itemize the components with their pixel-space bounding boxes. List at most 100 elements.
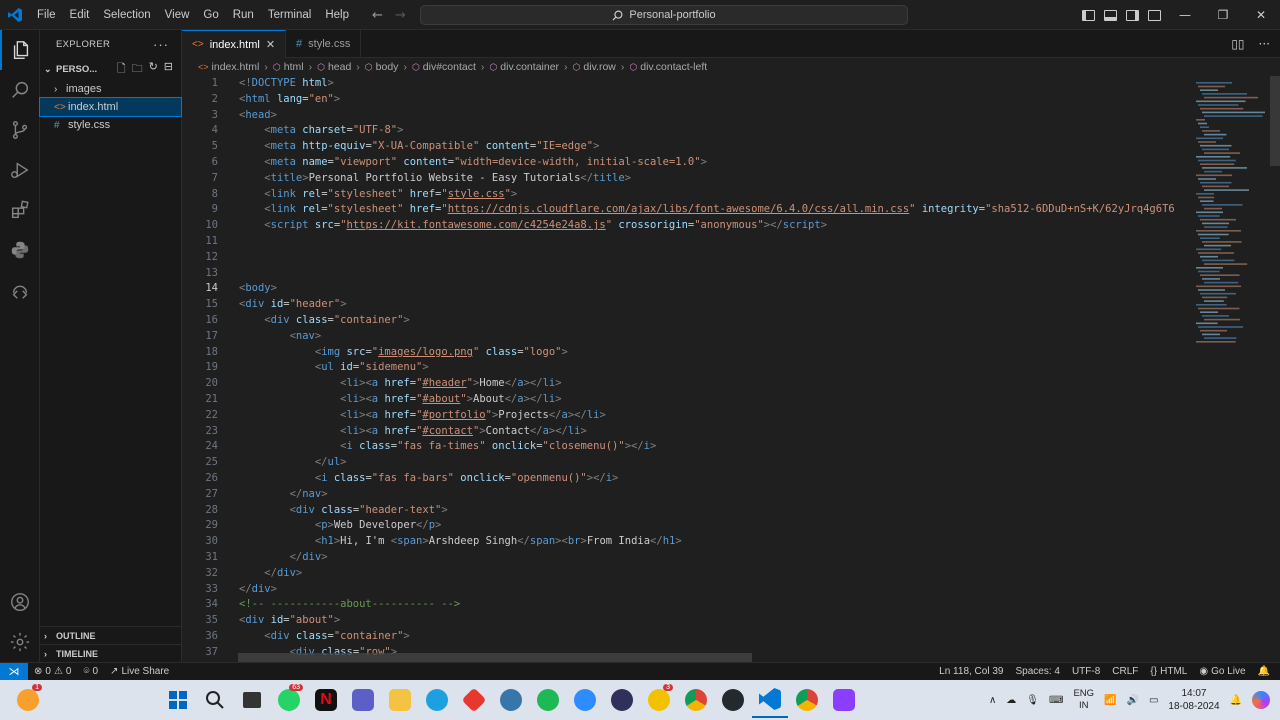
- code-line[interactable]: 29 <p>Web Developer</p>: [182, 518, 1192, 534]
- tree-item-index-html[interactable]: <> index.html: [39, 97, 182, 117]
- chrome-profile-icon[interactable]: [789, 682, 825, 718]
- split-editor-icon[interactable]: ▯▯: [1231, 37, 1244, 51]
- code-line[interactable]: 21 <li><a href="#about">About</a></li>: [182, 392, 1192, 408]
- code-line[interactable]: 5 <meta http-equiv="X-UA-Compatible" con…: [182, 139, 1192, 155]
- remote-indicator-icon[interactable]: ⋊: [0, 662, 28, 681]
- whatsapp-icon[interactable]: 63: [271, 682, 307, 718]
- code-line[interactable]: 13: [182, 266, 1192, 282]
- tab-index-html[interactable]: <> index.html ✕: [182, 30, 287, 58]
- video-editor-icon[interactable]: [826, 682, 862, 718]
- minimap[interactable]: [1192, 76, 1270, 662]
- keyboard-icon[interactable]: ⌨: [1049, 695, 1063, 706]
- back-arrow-icon[interactable]: ←: [372, 8, 383, 23]
- code-line[interactable]: 27 </nav>: [182, 487, 1192, 503]
- breadcrumb-item[interactable]: <> index.html: [198, 61, 259, 73]
- code-line[interactable]: 11: [182, 234, 1192, 250]
- ports-indicator[interactable]: ⌾ 0: [77, 666, 104, 677]
- code-line[interactable]: 12: [182, 250, 1192, 266]
- code-line[interactable]: 14 <body>: [182, 281, 1192, 297]
- run-debug-icon[interactable]: [0, 150, 40, 190]
- volume-icon[interactable]: 🔊: [1126, 695, 1138, 706]
- notification-bell-icon[interactable]: 🔔: [1230, 695, 1242, 706]
- code-line[interactable]: 24 <i class="fas fa-times" onclick="clos…: [182, 439, 1192, 455]
- code-line[interactable]: 33 </div>: [182, 582, 1192, 598]
- new-file-icon[interactable]: 🗋: [117, 60, 126, 79]
- code-line[interactable]: 19 <ul id="sidemenu">: [182, 360, 1192, 376]
- github-desktop-icon[interactable]: [715, 682, 751, 718]
- code-line[interactable]: 25 </ul>: [182, 455, 1192, 471]
- extensions-icon[interactable]: [0, 190, 40, 230]
- toggle-secondary-sidebar-icon[interactable]: [1126, 9, 1139, 21]
- code-line[interactable]: 2 <html lang="en">: [182, 92, 1192, 108]
- menu-edit[interactable]: Edit: [63, 0, 97, 30]
- code-line[interactable]: 1 <!DOCTYPE html>: [182, 76, 1192, 92]
- python-icon[interactable]: [0, 230, 40, 270]
- breadcrumb-item[interactable]: ⬡ div.contact-left: [629, 61, 707, 73]
- collapse-all-icon[interactable]: ⊟: [164, 60, 173, 79]
- cursor-position[interactable]: Ln 118, Col 39: [933, 666, 1009, 677]
- code-line[interactable]: 18 <img src="images/logo.png" class="log…: [182, 345, 1192, 361]
- code-line[interactable]: 20 <li><a href="#header">Home</a></li>: [182, 376, 1192, 392]
- remote-explorer-icon[interactable]: [0, 270, 40, 310]
- more-actions-icon[interactable]: ···: [153, 37, 169, 52]
- browser-app-icon[interactable]: [604, 682, 640, 718]
- vertical-scrollbar[interactable]: [1270, 76, 1280, 166]
- code-line[interactable]: 36 <div class="container">: [182, 629, 1192, 645]
- live-share-button[interactable]: ↗ Live Share: [104, 666, 175, 677]
- wallet-app-icon[interactable]: 3: [641, 682, 677, 718]
- menu-run[interactable]: Run: [226, 0, 261, 30]
- code-line[interactable]: 3 <head>: [182, 108, 1192, 124]
- vscode-taskbar-icon[interactable]: [752, 682, 788, 718]
- new-folder-icon[interactable]: 🗀: [132, 60, 143, 79]
- microphone-icon[interactable]: 🎙: [1026, 695, 1039, 706]
- wifi-icon[interactable]: 📶: [1104, 695, 1116, 706]
- chevron-up-icon[interactable]: ∧: [989, 695, 996, 706]
- breadcrumb-item[interactable]: ⬡ head: [317, 61, 351, 73]
- code-line[interactable]: 30 <h1>Hi, I'm <span>Arshdeep Singh</spa…: [182, 534, 1192, 550]
- customize-layout-icon[interactable]: [1148, 9, 1161, 21]
- code-line[interactable]: 31 </div>: [182, 550, 1192, 566]
- line-ending[interactable]: CRLF: [1106, 666, 1144, 677]
- problems-indicator[interactable]: ⊗ 0 ⚠ 0: [28, 666, 77, 677]
- refresh-icon[interactable]: ↻: [149, 60, 158, 79]
- minimize-icon[interactable]: —: [1166, 0, 1204, 30]
- file-explorer-icon[interactable]: [382, 682, 418, 718]
- taskbar-widget-icon[interactable]: 1: [10, 682, 46, 718]
- code-line[interactable]: 23 <li><a href="#contact">Contact</a></l…: [182, 424, 1192, 440]
- workspace-folder[interactable]: ⌄ PERSO... 🗋 🗀 ↻ ⊟: [40, 58, 181, 80]
- cloud-icon[interactable]: ☁: [1006, 695, 1016, 706]
- battery-icon[interactable]: ▭: [1149, 695, 1158, 706]
- code-line[interactable]: 4 <meta charset="UTF-8">: [182, 123, 1192, 139]
- chrome-icon[interactable]: [678, 682, 714, 718]
- menu-help[interactable]: Help: [318, 0, 356, 30]
- outline-section[interactable]: › OUTLINE: [40, 626, 182, 644]
- netflix-icon[interactable]: N: [308, 682, 344, 718]
- spotify-icon[interactable]: [530, 682, 566, 718]
- tab-style-css[interactable]: # style.css: [286, 30, 362, 58]
- code-line[interactable]: 28 <div class="header-text">: [182, 503, 1192, 519]
- code-line[interactable]: 15 <div id="header">: [182, 297, 1192, 313]
- code-line[interactable]: 16 <div class="container">: [182, 313, 1192, 329]
- code-line[interactable]: 8 <link rel="stylesheet" href="style.css…: [182, 187, 1192, 203]
- toggle-panel-icon[interactable]: [1104, 9, 1117, 21]
- account-icon[interactable]: [0, 582, 40, 622]
- code-line[interactable]: 26 <i class="fas fa-bars" onclick="openm…: [182, 471, 1192, 487]
- maximize-icon[interactable]: ❐: [1204, 0, 1242, 30]
- task-view-icon[interactable]: [234, 682, 270, 718]
- search-sidebar-icon[interactable]: [0, 70, 40, 110]
- horizontal-scrollbar[interactable]: [238, 653, 752, 662]
- code-line[interactable]: 34 <!-- -----------about---------- -->: [182, 597, 1192, 613]
- source-control-icon[interactable]: [0, 110, 40, 150]
- menu-terminal[interactable]: Terminal: [261, 0, 318, 30]
- code-line[interactable]: 10 <script src="https://kit.fontawesome.…: [182, 218, 1192, 234]
- explorer-icon[interactable]: [0, 30, 40, 70]
- language-mode[interactable]: {} HTML: [1144, 666, 1193, 677]
- edge-icon[interactable]: [419, 682, 455, 718]
- language-indicator[interactable]: ENG IN: [1073, 688, 1094, 712]
- settings-gear-icon[interactable]: [0, 622, 40, 662]
- tree-item-images[interactable]: › images: [40, 80, 181, 98]
- notifications-bell-icon[interactable]: 🔔: [1252, 666, 1280, 677]
- menu-selection[interactable]: Selection: [96, 0, 157, 30]
- close-tab-icon[interactable]: ✕: [266, 38, 275, 51]
- tree-item-style-css[interactable]: # style.css: [40, 116, 181, 134]
